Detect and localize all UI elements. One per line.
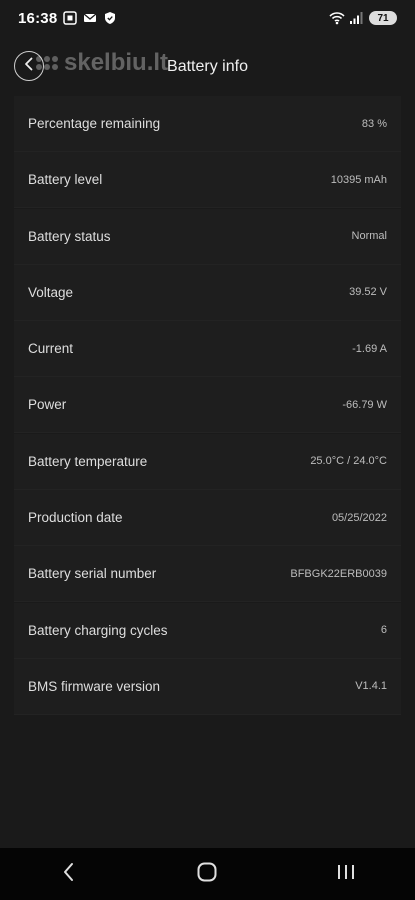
mail-icon bbox=[83, 11, 97, 25]
list-item: Battery temperature 25.0°C / 24.0°C bbox=[14, 433, 401, 490]
status-time: 16:38 bbox=[18, 9, 58, 27]
list-item: Power -66.79 W bbox=[14, 377, 401, 434]
row-label: Battery temperature bbox=[28, 453, 148, 469]
list-item: Battery charging cycles 6 bbox=[14, 602, 401, 659]
row-label: Percentage remaining bbox=[28, 116, 161, 131]
list-item: Voltage 39.52 V bbox=[14, 264, 401, 321]
row-label: Battery level bbox=[28, 172, 103, 188]
row-label: Battery charging cycles bbox=[28, 622, 168, 638]
screenshot-icon bbox=[63, 11, 78, 25]
row-value: 39.52 V bbox=[349, 286, 387, 299]
nav-back-button[interactable] bbox=[49, 854, 89, 894]
page-title: Battery info bbox=[167, 58, 248, 75]
battery-icon: 71 bbox=[369, 11, 397, 25]
list-item: Battery serial number BFBGK22ERB0039 bbox=[14, 546, 401, 603]
list-item: Percentage remaining 83 % bbox=[14, 96, 401, 152]
recents-icon bbox=[335, 862, 357, 887]
wifi-icon bbox=[329, 11, 345, 25]
row-value: 83 % bbox=[361, 117, 387, 130]
row-label: Voltage bbox=[28, 284, 74, 300]
battery-info-list: Percentage remaining 83 % Battery level … bbox=[14, 96, 401, 715]
status-bar-right: 71 bbox=[329, 11, 397, 25]
list-item: Production date 05/25/2022 bbox=[14, 490, 401, 547]
row-value: Normal bbox=[351, 230, 387, 243]
row-value: V1.4.1 bbox=[355, 680, 387, 693]
list-item: Current -1.69 A bbox=[14, 321, 401, 378]
signal-icon bbox=[349, 11, 363, 25]
list-item: Battery status Normal bbox=[14, 208, 401, 265]
system-nav-bar bbox=[0, 848, 415, 900]
status-bar: 16:38 71 bbox=[0, 0, 415, 36]
row-value: BFBGK22ERB0039 bbox=[290, 567, 387, 580]
row-label: BMS firmware version bbox=[28, 678, 161, 694]
list-item: BMS firmware version V1.4.1 bbox=[14, 658, 401, 715]
home-icon bbox=[196, 861, 218, 888]
row-value: -66.79 W bbox=[342, 398, 387, 411]
back-icon bbox=[62, 862, 76, 887]
row-value: 6 bbox=[380, 624, 387, 637]
nav-recents-button[interactable] bbox=[326, 854, 366, 894]
row-label: Power bbox=[28, 397, 67, 413]
row-value: 05/25/2022 bbox=[331, 511, 387, 524]
row-value: 10395 mAh bbox=[330, 173, 387, 186]
list-item: Battery level 10395 mAh bbox=[14, 152, 401, 209]
shield-icon bbox=[103, 11, 117, 25]
row-label: Battery serial number bbox=[28, 566, 157, 582]
row-value: 25.0°C / 24.0°C bbox=[310, 455, 387, 468]
row-label: Battery status bbox=[28, 228, 111, 244]
row-label: Current bbox=[28, 341, 74, 357]
row-value: -1.69 A bbox=[352, 342, 387, 355]
nav-home-button[interactable] bbox=[187, 854, 227, 894]
row-label: Production date bbox=[28, 510, 123, 526]
page-header: skelbiu.lt Battery info bbox=[0, 44, 415, 90]
status-bar-left: 16:38 bbox=[18, 10, 117, 27]
